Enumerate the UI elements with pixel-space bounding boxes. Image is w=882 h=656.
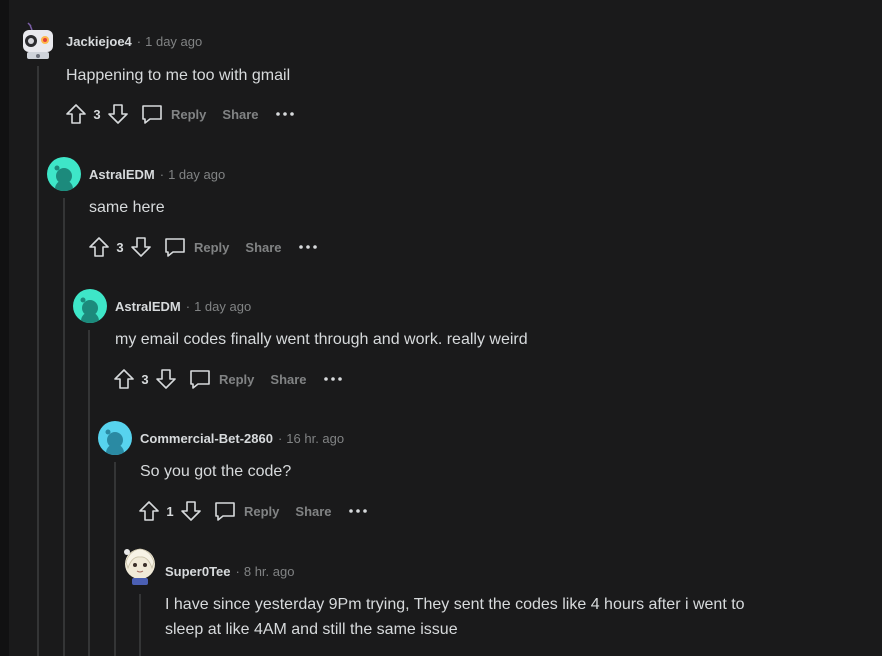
more-options-button[interactable] (275, 111, 295, 117)
arrow-up-outline-icon (89, 237, 109, 257)
share-button[interactable]: Share (245, 240, 281, 255)
downvote-button[interactable] (152, 365, 180, 393)
more-options-button[interactable] (298, 244, 318, 250)
speech-bubble-icon (215, 502, 235, 521)
downvote-button[interactable] (177, 497, 205, 525)
comment-body: my email codes finally went through and … (115, 331, 528, 348)
vote-score: 3 (93, 106, 101, 122)
comment-body: So you got the code? (140, 463, 292, 480)
comment-author[interactable]: Commercial-Bet-2860 (140, 431, 273, 446)
reply-label: Reply (244, 503, 280, 519)
upvote-button[interactable] (85, 233, 113, 261)
upvote-button[interactable] (110, 365, 138, 393)
comment-timestamp[interactable]: 1 day ago (145, 34, 202, 49)
comment-author[interactable]: Jackiejoe4 (66, 34, 132, 49)
ellipsis-icon (275, 112, 294, 116)
vote-score: 3 (116, 239, 124, 255)
reply-button[interactable]: Reply (213, 499, 279, 523)
thread-line-level-4[interactable] (114, 462, 116, 656)
avatar[interactable] (47, 157, 81, 191)
comment-actions: 3 Reply Share (110, 365, 343, 393)
comment-author[interactable]: AstralEDM (89, 167, 155, 182)
arrow-up-outline-icon (66, 104, 86, 124)
meta-separator: · (277, 431, 283, 446)
comment-author[interactable]: AstralEDM (115, 299, 181, 314)
meta-separator: · (185, 299, 191, 314)
left-edge-bar (0, 0, 9, 656)
speech-bubble-icon (165, 238, 185, 257)
thread-line-level-3[interactable] (88, 330, 90, 656)
avatar[interactable] (73, 289, 107, 323)
comment-actions: 1 Reply Share (135, 497, 368, 525)
ellipsis-icon (323, 377, 342, 381)
arrow-down-outline-icon (131, 237, 151, 257)
comment-author[interactable]: Super0Tee (165, 564, 231, 579)
reply-label: Reply (194, 239, 230, 255)
meta-separator: · (136, 34, 142, 49)
snoo-icon (54, 165, 73, 191)
thread-line-level-1[interactable] (37, 66, 39, 656)
comment-body: Happening to me too with gmail (66, 67, 291, 84)
reply-label: Reply (171, 106, 207, 122)
thread-line-level-5[interactable] (139, 594, 141, 656)
arrow-down-outline-icon (156, 369, 176, 389)
comment-body-line: I have since yesterday 9Pm trying, They … (165, 596, 745, 613)
downvote-button[interactable] (104, 100, 132, 128)
comment-body: same here (89, 199, 165, 216)
speech-bubble-icon (190, 370, 210, 389)
speech-bubble-icon (142, 105, 162, 124)
comment-timestamp[interactable]: 1 day ago (168, 167, 225, 182)
vote-score: 3 (141, 371, 149, 387)
meta-separator: · (235, 564, 240, 579)
reply-button[interactable]: Reply (163, 235, 229, 259)
vote-score: 1 (166, 503, 174, 519)
avatar[interactable] (98, 421, 132, 455)
arrow-up-outline-icon (139, 501, 159, 521)
arrow-up-outline-icon (114, 369, 134, 389)
comment-actions: 3 Reply Share (85, 233, 318, 261)
comment-timestamp[interactable]: 16 hr. ago (286, 431, 344, 446)
snoo-icon (80, 297, 99, 323)
comment-body-line: sleep at like 4AM and still the same iss… (165, 621, 458, 638)
comment-timestamp[interactable]: 8 hr. ago (244, 564, 295, 579)
meta-separator: · (159, 167, 165, 182)
thread-line-level-2[interactable] (63, 198, 65, 656)
share-button[interactable]: Share (295, 504, 331, 519)
avatar[interactable] (20, 22, 54, 59)
comment-timestamp[interactable]: 1 day ago (194, 299, 251, 314)
downvote-button[interactable] (127, 233, 155, 261)
upvote-button[interactable] (135, 497, 163, 525)
reply-button[interactable]: Reply (188, 367, 254, 391)
arrow-down-outline-icon (181, 501, 201, 521)
share-button[interactable]: Share (270, 372, 306, 387)
ellipsis-icon (348, 509, 367, 513)
robot-avatar-icon (23, 22, 53, 59)
reply-label: Reply (219, 371, 255, 387)
snoo-icon (105, 429, 124, 455)
avatar[interactable] (122, 546, 156, 585)
reply-button[interactable]: Reply (140, 102, 206, 126)
arrow-down-outline-icon (108, 104, 128, 124)
more-options-button[interactable] (323, 376, 343, 382)
comment-actions: 3 Reply Share (62, 100, 295, 128)
more-options-button[interactable] (348, 508, 368, 514)
upvote-button[interactable] (62, 100, 90, 128)
share-button[interactable]: Share (222, 107, 258, 122)
ellipsis-icon (298, 245, 317, 249)
anime-avatar-icon (124, 548, 155, 585)
